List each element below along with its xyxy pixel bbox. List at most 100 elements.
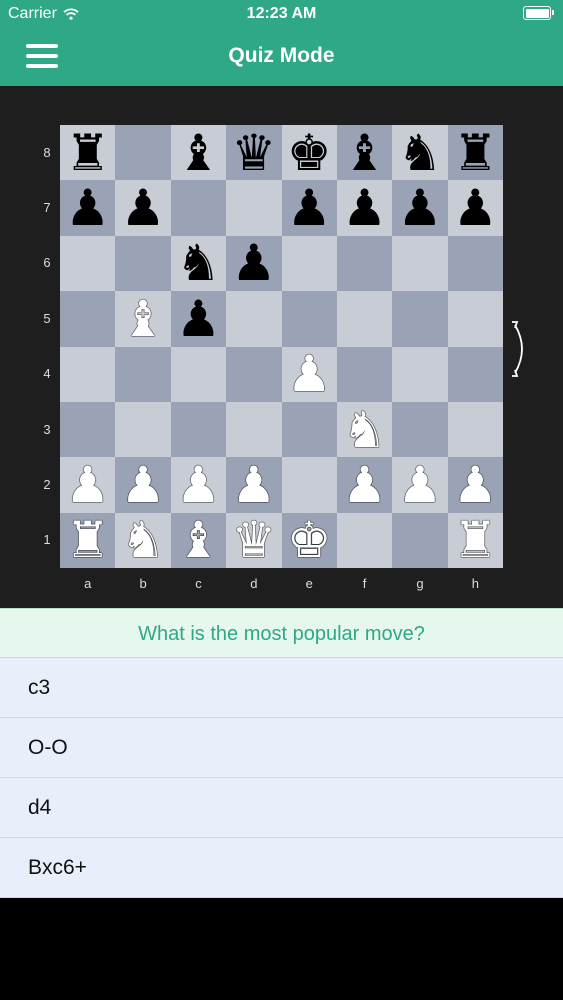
white-knight-icon[interactable]: ♞ xyxy=(121,515,166,565)
white-pawn-icon[interactable]: ♟ xyxy=(121,460,166,510)
square-a6[interactable] xyxy=(60,235,116,292)
square-g5[interactable] xyxy=(392,291,448,347)
square-a1[interactable]: ♜ xyxy=(60,512,116,568)
square-b2[interactable]: ♟ xyxy=(115,457,171,513)
answer-option[interactable]: Bxc6+ xyxy=(0,838,563,898)
black-pawn-icon[interactable]: ♟ xyxy=(453,183,498,233)
square-d7[interactable] xyxy=(226,180,282,236)
square-h5[interactable] xyxy=(447,291,503,347)
square-c1[interactable]: ♝ xyxy=(170,512,227,568)
black-queen-icon[interactable]: ♛ xyxy=(231,128,276,178)
square-h4[interactable] xyxy=(447,346,503,402)
square-g2[interactable]: ♟ xyxy=(392,457,448,513)
square-h8[interactable]: ♜ xyxy=(447,125,503,181)
square-e2[interactable] xyxy=(281,457,337,513)
white-bishop-icon[interactable]: ♝ xyxy=(176,515,221,565)
square-a3[interactable] xyxy=(60,401,116,458)
white-rook-icon[interactable]: ♜ xyxy=(65,515,110,565)
black-rook-icon[interactable]: ♜ xyxy=(453,128,498,178)
square-f7[interactable]: ♟ xyxy=(336,180,393,236)
square-h6[interactable] xyxy=(447,235,503,292)
square-d5[interactable] xyxy=(226,291,282,347)
white-bishop-icon[interactable]: ♝ xyxy=(121,294,166,344)
square-f8[interactable]: ♝ xyxy=(336,125,393,181)
square-f1[interactable] xyxy=(336,512,393,568)
square-d4[interactable] xyxy=(226,346,282,402)
square-b7[interactable]: ♟ xyxy=(115,180,171,236)
white-king-icon[interactable]: ♚ xyxy=(287,515,332,565)
square-f3[interactable]: ♞ xyxy=(336,401,393,458)
square-g1[interactable] xyxy=(392,512,448,568)
square-f2[interactable]: ♟ xyxy=(336,457,393,513)
square-a4[interactable] xyxy=(60,346,116,402)
square-e4[interactable]: ♟ xyxy=(281,346,337,402)
square-f4[interactable] xyxy=(336,346,393,402)
square-h3[interactable] xyxy=(447,401,503,458)
square-d6[interactable]: ♟ xyxy=(226,235,282,292)
square-g6[interactable] xyxy=(392,235,448,292)
black-pawn-icon[interactable]: ♟ xyxy=(398,183,443,233)
answer-option[interactable]: c3 xyxy=(0,658,563,718)
square-e5[interactable] xyxy=(281,291,337,347)
square-b1[interactable]: ♞ xyxy=(115,512,171,568)
black-rook-icon[interactable]: ♜ xyxy=(65,128,110,178)
black-knight-icon[interactable]: ♞ xyxy=(176,238,221,288)
square-b4[interactable] xyxy=(115,346,171,402)
square-c8[interactable]: ♝ xyxy=(170,125,227,181)
square-d1[interactable]: ♛ xyxy=(226,512,282,568)
square-h2[interactable]: ♟ xyxy=(447,457,503,513)
square-f6[interactable] xyxy=(336,235,393,292)
white-pawn-icon[interactable]: ♟ xyxy=(287,349,332,399)
square-b3[interactable] xyxy=(115,401,171,458)
white-pawn-icon[interactable]: ♟ xyxy=(176,460,221,510)
square-a7[interactable]: ♟ xyxy=(60,180,116,236)
white-pawn-icon[interactable]: ♟ xyxy=(231,460,276,510)
square-g3[interactable] xyxy=(392,401,448,458)
black-bishop-icon[interactable]: ♝ xyxy=(176,128,221,178)
black-pawn-icon[interactable]: ♟ xyxy=(342,183,387,233)
black-pawn-icon[interactable]: ♟ xyxy=(231,238,276,288)
black-pawn-icon[interactable]: ♟ xyxy=(176,294,221,344)
square-b5[interactable]: ♝ xyxy=(115,291,171,347)
square-g7[interactable]: ♟ xyxy=(392,180,448,236)
square-e1[interactable]: ♚ xyxy=(281,512,337,568)
white-pawn-icon[interactable]: ♟ xyxy=(342,460,387,510)
square-c7[interactable] xyxy=(170,180,227,236)
square-d8[interactable]: ♛ xyxy=(226,125,282,181)
black-pawn-icon[interactable]: ♟ xyxy=(65,183,110,233)
white-rook-icon[interactable]: ♜ xyxy=(453,515,498,565)
square-g8[interactable]: ♞ xyxy=(392,125,448,181)
white-pawn-icon[interactable]: ♟ xyxy=(65,460,110,510)
square-c6[interactable]: ♞ xyxy=(170,235,227,292)
square-e8[interactable]: ♚ xyxy=(281,125,337,181)
square-e7[interactable]: ♟ xyxy=(281,180,337,236)
answer-option[interactable]: O-O xyxy=(0,718,563,778)
square-c4[interactable] xyxy=(170,346,227,402)
white-pawn-icon[interactable]: ♟ xyxy=(453,460,498,510)
square-h1[interactable]: ♜ xyxy=(447,512,503,568)
white-queen-icon[interactable]: ♛ xyxy=(231,515,276,565)
white-pawn-icon[interactable]: ♟ xyxy=(398,460,443,510)
square-b6[interactable] xyxy=(115,235,171,292)
square-c3[interactable] xyxy=(170,401,227,458)
square-d3[interactable] xyxy=(226,401,282,458)
square-a5[interactable] xyxy=(60,291,116,347)
square-a8[interactable]: ♜ xyxy=(60,125,116,181)
white-knight-icon[interactable]: ♞ xyxy=(342,405,387,455)
square-c5[interactable]: ♟ xyxy=(170,291,227,347)
black-pawn-icon[interactable]: ♟ xyxy=(287,183,332,233)
black-king-icon[interactable]: ♚ xyxy=(287,128,332,178)
square-e6[interactable] xyxy=(281,235,337,292)
square-c2[interactable]: ♟ xyxy=(170,457,227,513)
chess-board[interactable]: ♜ ♝ ♛ ♚ ♝ ♞ ♜ ♟ ♟ ♟ ♟ ♟ ♟ ♞ ♟ ♝ ♟ ♟ ♞ ♟ ♟ ♟ ♟ ♟ ♟ ♟ ♜ ♞ ♝ ♛ ♚ ♜ xyxy=(60,125,503,568)
square-e3[interactable] xyxy=(281,401,337,458)
square-f5[interactable] xyxy=(336,291,393,347)
answer-option[interactable]: d4 xyxy=(0,778,563,838)
flip-board-icon[interactable] xyxy=(507,319,531,379)
black-bishop-icon[interactable]: ♝ xyxy=(342,128,387,178)
square-b8[interactable] xyxy=(115,125,171,181)
square-d2[interactable]: ♟ xyxy=(226,457,282,513)
black-pawn-icon[interactable]: ♟ xyxy=(121,183,166,233)
square-a2[interactable]: ♟ xyxy=(60,457,116,513)
black-knight-icon[interactable]: ♞ xyxy=(398,128,443,178)
